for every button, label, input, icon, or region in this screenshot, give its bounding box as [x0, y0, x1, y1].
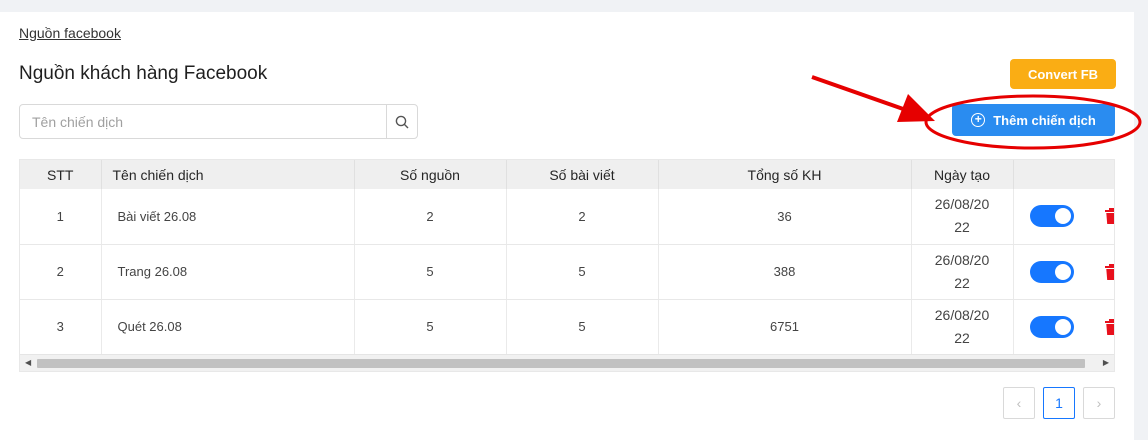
prev-page-button[interactable]: ‹	[1003, 387, 1035, 419]
table-row[interactable]: 1 Bài viết 26.08 2 2 36 26/08/20 22	[20, 189, 1115, 245]
scroll-left-arrow-icon[interactable]: ◀	[25, 358, 31, 367]
cell-stt: 2	[20, 244, 102, 300]
toggle-knob	[1054, 318, 1071, 335]
col-header-customers[interactable]: Tổng số KH	[658, 160, 912, 189]
col-header-sources[interactable]: Số nguồn	[354, 160, 507, 189]
trash-icon[interactable]	[1105, 318, 1115, 335]
cell-campaign-name: Bài viết 26.08	[101, 189, 355, 245]
date-line-2: 22	[954, 219, 970, 236]
cell-stt: 3	[20, 299, 102, 355]
col-header-name[interactable]: Tên chiến dịch	[101, 160, 355, 189]
cell-actions	[1013, 299, 1115, 355]
cell-sources: 5	[354, 299, 507, 355]
search-icon	[395, 115, 409, 128]
active-toggle[interactable]	[1029, 315, 1074, 338]
convert-fb-button[interactable]: Convert FB	[1010, 59, 1116, 89]
cell-created-date: 26/08/20 22	[911, 299, 1014, 355]
toggle-knob	[1054, 208, 1071, 225]
cell-posts: 5	[506, 299, 659, 355]
col-header-date[interactable]: Ngày tạo	[911, 160, 1014, 189]
table-row[interactable]: 3 Quét 26.08 5 5 6751 26/08/20 22	[20, 299, 1115, 355]
cell-actions	[1013, 189, 1115, 245]
cell-customers: 388	[658, 244, 912, 300]
date-line-1: 26/08/20	[934, 306, 990, 323]
cell-stt: 1	[20, 189, 102, 245]
breadcrumb-link[interactable]: Nguồn facebook	[19, 25, 121, 41]
trash-icon[interactable]	[1105, 208, 1115, 225]
cell-posts: 5	[506, 244, 659, 300]
active-toggle[interactable]	[1029, 205, 1074, 228]
cell-created-date: 26/08/20 22	[911, 244, 1014, 300]
active-toggle[interactable]	[1029, 260, 1074, 283]
date-line-2: 22	[954, 274, 970, 291]
cell-customers: 36	[658, 189, 912, 245]
col-header-posts[interactable]: Số bài viết	[506, 160, 659, 189]
date-line-1: 26/08/20	[934, 196, 990, 213]
cell-created-date: 26/08/20 22	[911, 189, 1014, 245]
search-box	[19, 104, 418, 139]
date-line-2: 22	[954, 329, 970, 346]
cell-campaign-name: Trang 26.08	[101, 244, 355, 300]
search-button[interactable]	[386, 105, 417, 138]
horizontal-scrollbar[interactable]: ◀ ▶	[20, 354, 1114, 371]
page-title: Nguồn khách hàng Facebook	[19, 63, 268, 84]
col-header-stt[interactable]: STT	[20, 160, 102, 189]
table-header-row: STT Tên chiến dịch Số nguồn Số bài viết …	[20, 160, 1114, 189]
date-line-1: 26/08/20	[934, 251, 990, 268]
scrollbar-thumb[interactable]	[37, 359, 1085, 368]
campaign-table: STT Tên chiến dịch Số nguồn Số bài viết …	[19, 159, 1115, 372]
cell-customers: 6751	[658, 299, 912, 355]
col-header-actions	[1013, 160, 1114, 189]
cell-actions	[1013, 244, 1115, 300]
next-page-button[interactable]: ›	[1083, 387, 1115, 419]
cell-campaign-name: Quét 26.08	[101, 299, 355, 355]
cell-posts: 2	[506, 189, 659, 245]
scroll-right-arrow-icon[interactable]: ▶	[1103, 358, 1109, 367]
table-row[interactable]: 2 Trang 26.08 5 5 388 26/08/20 22	[20, 244, 1115, 300]
page-1-button[interactable]: 1	[1043, 387, 1075, 419]
add-campaign-label: Thêm chiến dịch	[993, 112, 1096, 128]
plus-circle-icon: +	[971, 113, 986, 127]
add-campaign-button[interactable]: + Thêm chiến dịch	[952, 104, 1115, 136]
toggle-knob	[1054, 263, 1071, 280]
cell-sources: 5	[354, 244, 507, 300]
campaign-search-input[interactable]	[20, 105, 386, 138]
trash-icon[interactable]	[1105, 263, 1115, 280]
cell-sources: 2	[354, 189, 507, 245]
